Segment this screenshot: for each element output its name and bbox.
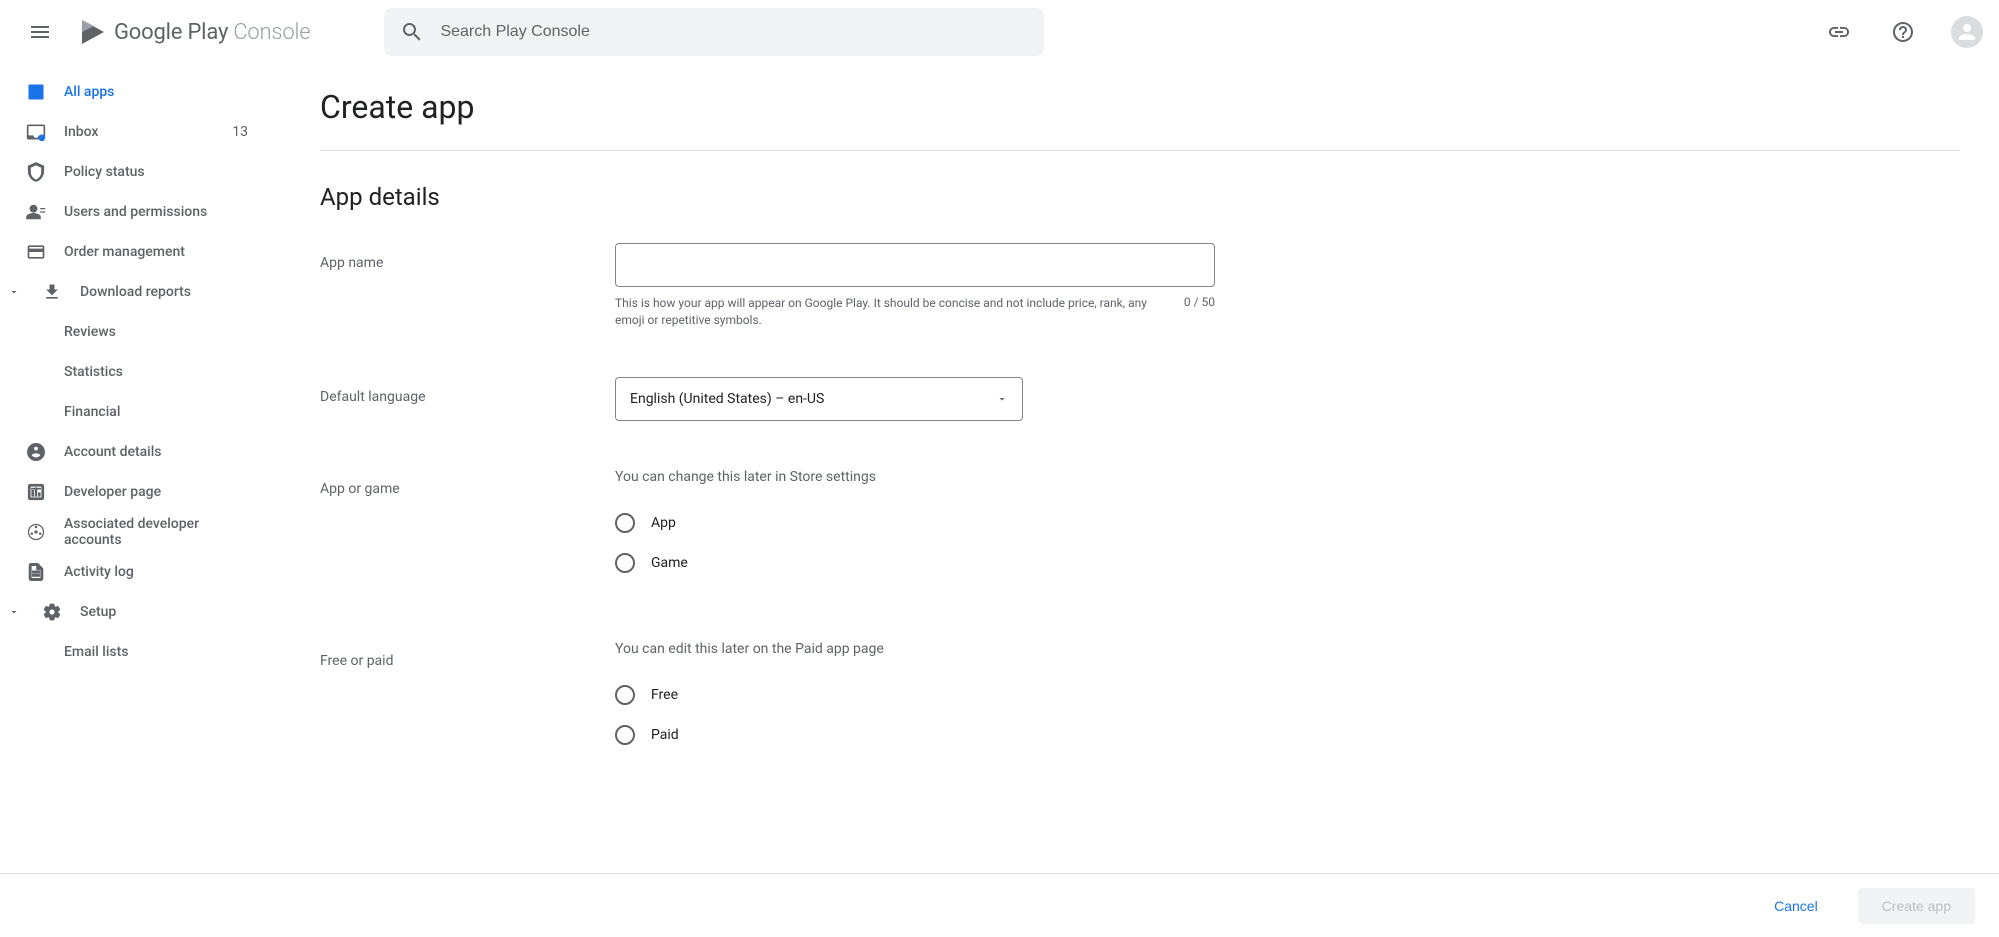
radio-label: App [651, 515, 676, 531]
card-icon [24, 240, 48, 264]
app-name-helper: This is how your app will appear on Goog… [615, 295, 1155, 329]
sidebar-item-label: Order management [64, 244, 256, 260]
sidebar-item-statistics[interactable]: Statistics [0, 352, 280, 392]
inbox-badge: 13 [232, 124, 248, 140]
search-input[interactable] [440, 23, 1028, 41]
logo[interactable]: Google Play Console [80, 18, 310, 46]
app-or-game-hint: You can change this later in Store setti… [615, 469, 1215, 485]
sidebar-item-label: Activity log [64, 564, 256, 580]
radio-game[interactable]: Game [615, 553, 1215, 573]
inbox-icon [24, 120, 48, 144]
app-name-label: App name [320, 243, 615, 329]
cancel-button[interactable]: Cancel [1750, 888, 1842, 924]
sidebar-item-associated-accounts[interactable]: Associated developer accounts [0, 512, 280, 552]
sidebar-item-label: Inbox [64, 124, 216, 140]
apps-icon [24, 80, 48, 104]
sidebar-item-label: Setup [80, 604, 256, 620]
sidebar-item-email-lists[interactable]: Email lists [0, 632, 280, 672]
radio-app[interactable]: App [615, 513, 1215, 533]
form-row-free-or-paid: Free or paid You can edit this later on … [320, 641, 1959, 765]
sidebar-item-developer-page[interactable]: Developer page [0, 472, 280, 512]
sidebar-item-financial[interactable]: Financial [0, 392, 280, 432]
users-icon [24, 200, 48, 224]
sidebar-item-label: Policy status [64, 164, 256, 180]
footer: Cancel Create app [0, 873, 1999, 937]
sidebar-item-label: Developer page [64, 484, 256, 500]
radio-circle-icon [615, 725, 635, 745]
free-or-paid-label: Free or paid [320, 641, 615, 765]
chevron-down-icon [4, 286, 24, 298]
help-button[interactable] [1883, 12, 1923, 52]
radio-paid[interactable]: Paid [615, 725, 1215, 745]
sidebar-item-all-apps[interactable]: All apps [0, 72, 280, 112]
sidebar-item-label: Email lists [64, 644, 256, 660]
form-row-app-or-game: App or game You can change this later in… [320, 469, 1959, 593]
sidebar-item-download-reports[interactable]: Download reports [0, 272, 280, 312]
help-icon [1891, 20, 1915, 44]
main-content: Create app App details App name This is … [280, 64, 1999, 873]
account-icon [24, 440, 48, 464]
logo-text: Google Play Console [114, 20, 310, 45]
sidebar-item-users[interactable]: Users and permissions [0, 192, 280, 232]
sidebar-item-label: Account details [64, 444, 256, 460]
chevron-down-icon [4, 606, 24, 618]
radio-circle-icon [615, 553, 635, 573]
search-box[interactable] [384, 8, 1044, 56]
menu-icon [28, 20, 52, 44]
sidebar-item-inbox[interactable]: Inbox 13 [0, 112, 280, 152]
create-app-button[interactable]: Create app [1858, 888, 1975, 924]
sidebar-item-label: Reviews [64, 324, 256, 340]
menu-button[interactable] [16, 8, 64, 56]
select-value: English (United States) – en-US [630, 391, 824, 407]
sidebar: All apps Inbox 13 Policy status Users a [0, 64, 280, 873]
default-language-select[interactable]: English (United States) – en-US [615, 377, 1023, 421]
associated-icon [24, 520, 48, 544]
form-row-app-name: App name This is how your app will appea… [320, 243, 1959, 329]
app-or-game-label: App or game [320, 469, 615, 593]
sidebar-item-activity-log[interactable]: Activity log [0, 552, 280, 592]
sidebar-item-order-management[interactable]: Order management [0, 232, 280, 272]
sidebar-item-reviews[interactable]: Reviews [0, 312, 280, 352]
app-name-input[interactable] [615, 243, 1215, 287]
log-icon [24, 560, 48, 584]
sidebar-item-label: Financial [64, 404, 256, 420]
default-language-label: Default language [320, 377, 615, 421]
sidebar-item-policy-status[interactable]: Policy status [0, 152, 280, 192]
sidebar-item-label: Download reports [80, 284, 256, 300]
person-icon [1955, 20, 1979, 44]
radio-free[interactable]: Free [615, 685, 1215, 705]
sidebar-item-label: Statistics [64, 364, 256, 380]
link-icon [1827, 20, 1851, 44]
radio-label: Free [651, 687, 678, 703]
sidebar-item-label: Users and permissions [64, 204, 256, 220]
header: Google Play Console [0, 0, 1999, 64]
sidebar-item-label: Associated developer accounts [64, 516, 256, 548]
download-icon [40, 280, 64, 304]
sidebar-item-account-details[interactable]: Account details [0, 432, 280, 472]
link-button[interactable] [1819, 12, 1859, 52]
free-or-paid-hint: You can edit this later on the Paid app … [615, 641, 1215, 657]
search-icon [400, 20, 424, 44]
section-title: App details [320, 183, 1959, 211]
sidebar-item-label: All apps [64, 84, 256, 100]
page-title: Create app [320, 88, 1959, 126]
page-icon [24, 480, 48, 504]
radio-label: Game [651, 555, 688, 571]
sidebar-item-setup[interactable]: Setup [0, 592, 280, 632]
gear-icon [40, 600, 64, 624]
shield-icon [24, 160, 48, 184]
radio-circle-icon [615, 685, 635, 705]
play-logo-icon [80, 18, 106, 46]
app-name-counter: 0 / 50 [1184, 295, 1215, 329]
divider [320, 150, 1959, 151]
chevron-down-icon [996, 393, 1008, 405]
form-row-default-language: Default language English (United States)… [320, 377, 1959, 421]
radio-circle-icon [615, 513, 635, 533]
radio-label: Paid [651, 727, 679, 743]
avatar[interactable] [1951, 16, 1983, 48]
